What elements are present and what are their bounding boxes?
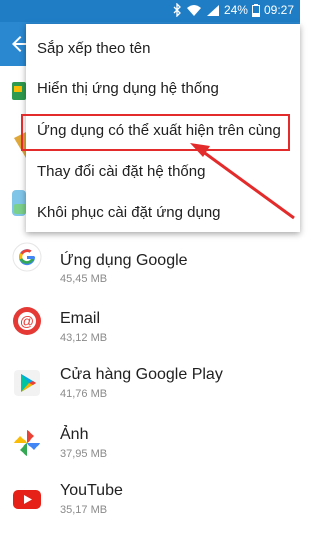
youtube-icon (13, 490, 41, 509)
email-icon: @ (13, 307, 41, 335)
list-item[interactable]: Ứng dụng Google 45,45 MB (0, 232, 300, 292)
app-name: Ảnh (60, 426, 89, 443)
app-size: 35,17 MB (60, 504, 108, 516)
list-item[interactable]: YouTube 35,17 MB (0, 478, 300, 538)
app-size: 41,76 MB (60, 388, 108, 400)
list-item[interactable]: @ Email 43,12 MB (0, 296, 300, 356)
menu-item-change-system-settings[interactable]: Thay đổi cài đặt hệ thống (26, 151, 300, 191)
menu-item-label: Thay đổi cài đặt hệ thống (37, 163, 206, 180)
app-name: Ứng dụng Google (60, 252, 188, 269)
app-name: YouTube (60, 482, 123, 499)
app-name: Cửa hàng Google Play (60, 366, 223, 383)
menu-item-sort-by-name[interactable]: Sắp xếp theo tên (26, 28, 300, 68)
app-size: 43,12 MB (60, 332, 108, 344)
photos-icon (14, 430, 40, 456)
svg-text:@: @ (20, 313, 34, 329)
menu-item-show-system-apps[interactable]: Hiển thị ứng dụng hệ thống (26, 68, 300, 108)
app-size: 45,45 MB (60, 273, 108, 285)
list-item[interactable]: Cửa hàng Google Play 41,76 MB (0, 360, 300, 420)
bluetooth-icon (173, 3, 181, 17)
status-bar: 24% 09:27 (0, 0, 300, 22)
google-icon (12, 242, 42, 272)
menu-item-label: Hiển thị ứng dụng hệ thống (37, 80, 219, 97)
list-item[interactable]: Ảnh 37,95 MB (0, 420, 300, 480)
menu-item-reset-app-preferences[interactable]: Khôi phục cài đặt ứng dụng (26, 192, 300, 232)
clock: 09:27 (263, 3, 294, 17)
menu-item-label: Khôi phục cài đặt ứng dụng (37, 204, 221, 221)
play-store-icon (14, 370, 40, 396)
signal-icon (206, 4, 219, 16)
highlight-box (21, 114, 290, 151)
battery-percent: 24% (223, 3, 248, 17)
wifi-icon (186, 4, 201, 16)
menu-item-label: Sắp xếp theo tên (37, 40, 151, 57)
hidden-app-icons (0, 66, 26, 236)
app-size: 37,95 MB (60, 448, 108, 460)
battery-icon (251, 3, 260, 17)
app-name: Email (60, 310, 101, 327)
